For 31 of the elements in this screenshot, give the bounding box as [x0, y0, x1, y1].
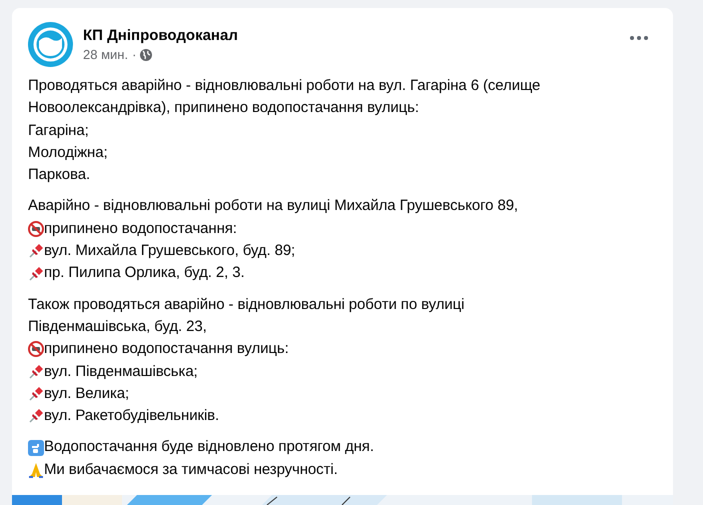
pushpin-icon	[28, 408, 44, 424]
no-water-icon	[28, 341, 44, 358]
post-text-line: припинено водопостачання вулиць:	[44, 339, 289, 360]
post-text-line: Проводяться аварійно - відновлювальні роботи на вул. Гагаріна 6 (селище	[28, 76, 540, 96]
pushpin-icon	[28, 266, 44, 282]
post-text-line: припинено водопостачання:	[44, 218, 237, 239]
post-text-line: вул. Велика;	[44, 384, 130, 404]
post-text-line: Паркова.	[28, 165, 90, 186]
post-text-line: вул. Ракетобудівельників.	[44, 406, 220, 426]
post-text-line: Новоолександрівка), припинено водопостачання вулиць:	[28, 98, 419, 118]
pushpin-icon	[28, 386, 44, 402]
post-text-line: Молодіжна;	[28, 142, 108, 163]
post-text-line: вул. Південмашівська;	[44, 362, 198, 382]
post-text-line: Аварійно - відновлювальні роботи на вулиці Михайла Грушевського 89,	[28, 196, 518, 216]
post-text-line: пр. Пилипа Орлика, буд. 2, 3.	[44, 263, 245, 284]
author-name[interactable]: КП Дніпроводоканал	[83, 27, 611, 44]
no-water-icon	[28, 220, 44, 237]
post-text-line: Гагаріна;	[28, 120, 89, 141]
pushpin-icon	[28, 364, 44, 380]
pushpin-icon	[28, 243, 44, 260]
water-tap-icon	[28, 440, 44, 456]
post-text-line: Південмашівська, буд. 23,	[28, 316, 207, 337]
post-text-line: вул. Михайла Грушевського, буд. 89;	[44, 241, 296, 262]
post-text-line: Водопостачання буде відновлено протягом дня.	[44, 437, 374, 458]
separator-dot: ·	[132, 47, 136, 62]
post-text-line: Ми вибачаємося за тимчасові незручності.	[44, 460, 338, 480]
globe-icon	[140, 48, 152, 60]
more-icon	[630, 36, 648, 40]
water-drop-logo-icon	[28, 22, 73, 67]
post-text-line: Також проводяться аварійно - відновлювальні роботи по вулиці	[28, 294, 464, 315]
post-time[interactable]: 28 мин.	[83, 47, 128, 62]
